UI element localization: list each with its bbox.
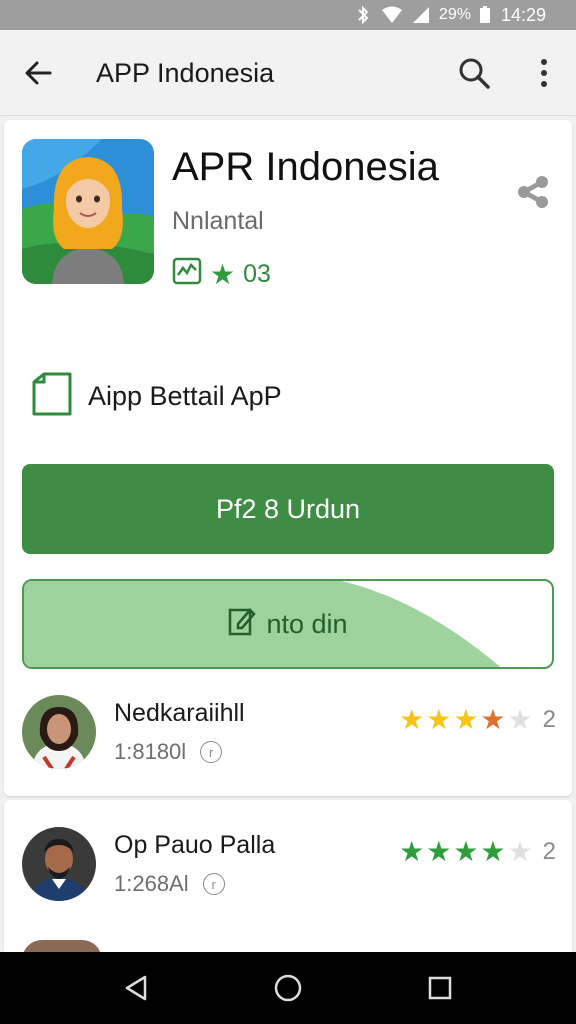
review-meta: 1:268Al r <box>114 871 225 897</box>
signal-icon <box>411 6 431 24</box>
app-rating-value: 03 <box>243 260 271 288</box>
nav-back-icon[interactable] <box>116 968 156 1008</box>
primary-action-button[interactable]: Pf2 8 Urdun <box>22 464 554 554</box>
battery-icon <box>479 6 491 24</box>
nav-recents-icon[interactable] <box>420 968 460 1008</box>
page-title: APP Indonesia <box>96 58 275 88</box>
star-icon: ★ <box>426 704 452 735</box>
share-icon[interactable] <box>512 170 556 214</box>
app-name: APR Indonesia <box>172 145 439 189</box>
star-icon: ★ <box>480 704 506 735</box>
review-meta: 1:8180l r <box>114 739 223 765</box>
chart-icon <box>172 256 202 293</box>
star-icon: ★ <box>426 836 452 867</box>
edit-icon <box>228 606 257 643</box>
secondary-action-label: nto din <box>266 608 348 639</box>
app-developer: Nnlantal <box>172 207 264 235</box>
app-details-link[interactable]: Aipp Bettail ApP <box>30 370 282 423</box>
star-icon: ★ <box>453 836 479 867</box>
app-rating-row: ★ 03 <box>172 256 271 293</box>
review-time: 1:268Al <box>114 871 189 896</box>
review-item[interactable]: Nedkaraiihll 1:8180l r ★ ★ ★ ★ ★ 2 <box>22 695 556 775</box>
review-time: 1:8180l <box>114 739 187 764</box>
battery-percent: 29% <box>438 6 471 23</box>
status-bar: 29% 14:29 <box>0 0 576 30</box>
wifi-icon <box>381 6 403 24</box>
bluetooth-icon <box>353 6 373 24</box>
star-icon: ★ <box>507 836 533 867</box>
reviewer-name: Nedkaraiihll <box>114 699 245 727</box>
review-stars: ★ ★ ★ ★ ★ 2 <box>399 703 556 736</box>
reviewer-name: Op Pauo Palla <box>114 831 276 859</box>
star-icon: ★ <box>210 259 236 290</box>
star-icon: ★ <box>507 704 533 735</box>
clock-icon: r <box>200 741 223 763</box>
star-icon: ★ <box>399 836 425 867</box>
search-icon[interactable] <box>456 55 492 91</box>
more-options-icon[interactable] <box>530 55 558 91</box>
secondary-action-button[interactable]: nto din <box>22 579 554 669</box>
clock-time: 14:29 <box>500 4 546 25</box>
app-icon <box>22 139 154 284</box>
nav-home-icon[interactable] <box>268 968 308 1008</box>
review-item[interactable]: Op Pauo Palla 1:268Al r ★ ★ ★ ★ ★ 2 <box>22 827 556 907</box>
app-bar: APP Indonesia <box>0 30 576 116</box>
avatar <box>22 827 96 901</box>
review-count: 2 <box>542 837 556 865</box>
star-icon: ★ <box>453 704 479 735</box>
system-nav-bar <box>0 952 576 1024</box>
star-icon: ★ <box>399 704 425 735</box>
document-icon <box>30 370 76 423</box>
app-details-label: Aipp Bettail ApP <box>88 381 282 411</box>
review-count: 2 <box>542 705 556 733</box>
avatar <box>22 695 96 769</box>
back-arrow-icon[interactable] <box>22 57 54 89</box>
review-stars: ★ ★ ★ ★ ★ 2 <box>399 835 556 868</box>
star-icon: ★ <box>480 836 506 867</box>
clock-icon: r <box>202 873 225 895</box>
